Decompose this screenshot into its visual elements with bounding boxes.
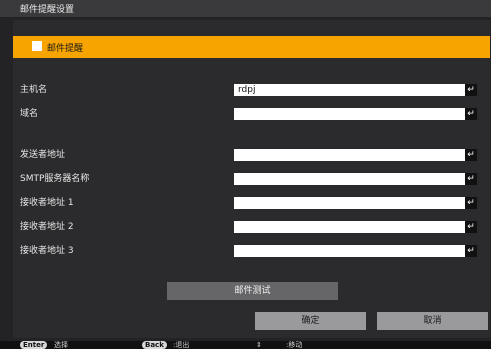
- enter-icon[interactable]: ↵: [465, 173, 477, 185]
- dialog-window: 邮件提醒设置 邮件提醒 主机名 rdpj ↵ 域名 ↵ 发送者地址 ↵ SMTP…: [0, 0, 491, 349]
- enter-icon[interactable]: ↵: [465, 84, 477, 96]
- sender-address-label: 发送者地址: [20, 150, 66, 160]
- enter-icon[interactable]: ↵: [465, 149, 477, 161]
- move-hint: :移动: [286, 341, 303, 349]
- back-key-badge: Back: [142, 341, 167, 349]
- sender-address-field[interactable]: ↵: [234, 149, 477, 161]
- recipient-1-field[interactable]: ↵: [234, 197, 477, 209]
- recipient-1-label: 接收者地址 1: [20, 198, 74, 208]
- move-arrows-icon: ⇕: [256, 341, 262, 349]
- recipient-2-label: 接收者地址 2: [20, 222, 74, 232]
- host-name-label: 主机名: [20, 85, 48, 95]
- smtp-server-field[interactable]: ↵: [234, 173, 477, 185]
- domain-label: 域名: [20, 109, 39, 119]
- back-hint: :退出: [173, 341, 190, 349]
- title-bar: 邮件提醒设置: [0, 0, 491, 17]
- enter-hint: 选择: [54, 341, 68, 349]
- domain-field[interactable]: ↵: [234, 108, 477, 120]
- email-reminder-label: 邮件提醒: [47, 44, 84, 54]
- enter-key-badge: Enter: [20, 341, 48, 349]
- host-name-value: rdpj: [238, 85, 256, 95]
- window-title: 邮件提醒设置: [20, 5, 75, 15]
- ok-button[interactable]: 确定: [255, 312, 366, 330]
- enter-icon[interactable]: ↵: [465, 108, 477, 120]
- recipient-3-field[interactable]: ↵: [234, 245, 477, 257]
- email-test-button[interactable]: 邮件测试: [167, 282, 338, 300]
- smtp-server-label: SMTP服务器名称: [20, 174, 90, 184]
- recipient-3-label: 接收者地址 3: [20, 246, 74, 256]
- recipient-2-field[interactable]: ↵: [234, 221, 477, 233]
- cancel-button[interactable]: 取消: [377, 312, 488, 330]
- enter-icon[interactable]: ↵: [465, 221, 477, 233]
- email-reminder-toggle[interactable]: 邮件提醒: [13, 36, 490, 58]
- email-reminder-checkbox[interactable]: [32, 41, 42, 51]
- host-name-field[interactable]: rdpj ↵: [234, 84, 477, 96]
- enter-icon[interactable]: ↵: [465, 245, 477, 257]
- status-bar: Enter 选择 Back :退出 ⇕ :移动: [0, 341, 491, 349]
- enter-icon[interactable]: ↵: [465, 197, 477, 209]
